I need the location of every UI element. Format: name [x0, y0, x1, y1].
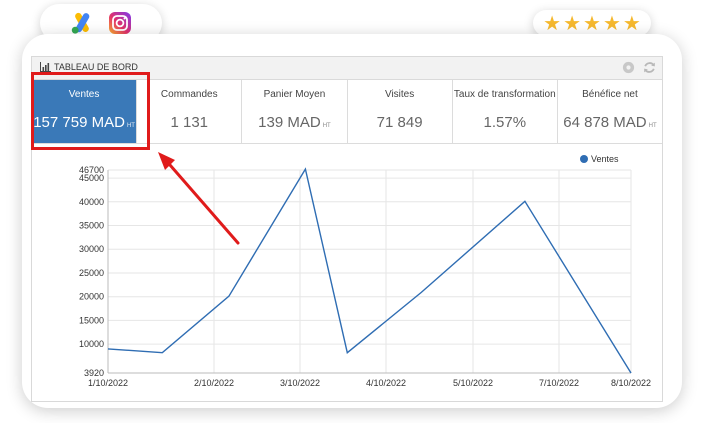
- legend-marker: [580, 155, 588, 163]
- x-tick-label: 5/10/2022: [453, 378, 493, 388]
- dashboard-screenshot: ★ ★ ★ ★ ★ TABLEAU DE BORD Ventes 157 759…: [0, 0, 705, 423]
- annotation-arrow-line: [168, 163, 240, 245]
- y-tick-label: 10000: [79, 339, 104, 349]
- series-line-ventes: [107, 167, 632, 374]
- x-tick-label: 7/10/2022: [539, 378, 579, 388]
- x-tick-label: 1/10/2022: [88, 378, 128, 388]
- legend-label: Ventes: [591, 154, 619, 164]
- y-tick-label: 30000: [79, 244, 104, 254]
- x-tick-label: 3/10/2022: [280, 378, 320, 388]
- y-tick-label: 35000: [79, 221, 104, 231]
- y-tick-label: 25000: [79, 268, 104, 278]
- x-tick-label: 8/10/2022: [611, 378, 651, 388]
- x-tick-label: 2/10/2022: [194, 378, 234, 388]
- y-tick-label: 46700: [79, 165, 104, 175]
- y-tick-label: 20000: [79, 292, 104, 302]
- y-tick-label: 3920: [84, 368, 104, 378]
- sales-line-chart: 3920 10000 15000 20000 25000 30000 35000 40000 4…: [79, 152, 651, 388]
- y-tick-label: 15000: [79, 315, 104, 325]
- y-tick-label: 40000: [79, 197, 104, 207]
- x-tick-label: 4/10/2022: [366, 378, 406, 388]
